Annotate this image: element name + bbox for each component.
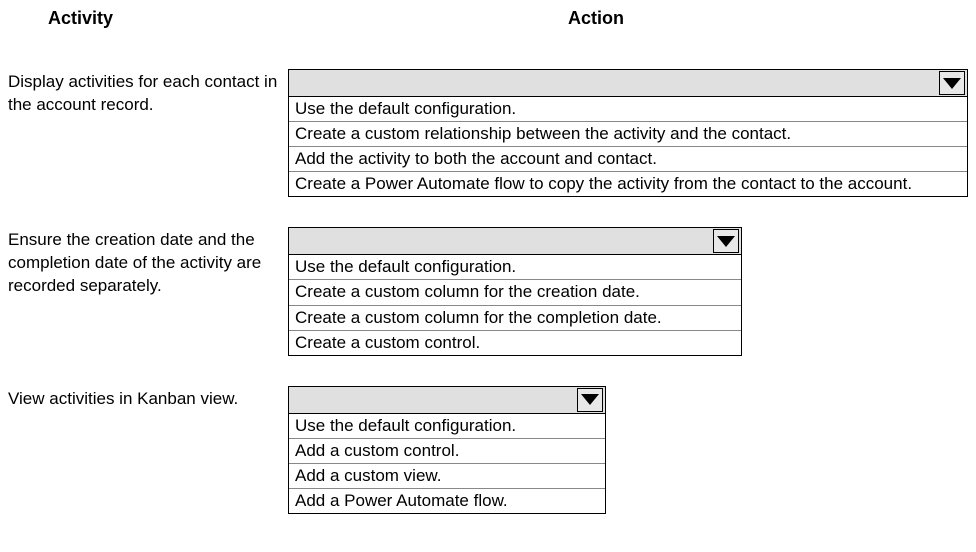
chevron-down-icon bbox=[943, 78, 961, 89]
chevron-down-icon bbox=[581, 394, 599, 405]
activity-text: Display activities for each contact in t… bbox=[8, 69, 288, 117]
dropdown-header[interactable] bbox=[288, 227, 742, 255]
dropdown[interactable]: Use the default configuration. Create a … bbox=[288, 69, 968, 197]
activity-text: Ensure the creation date and the complet… bbox=[8, 227, 288, 298]
dropdown-option[interactable]: Add a custom control. bbox=[289, 438, 605, 463]
header-action: Action bbox=[568, 8, 624, 29]
dropdown[interactable]: Use the default configuration. Create a … bbox=[288, 227, 742, 355]
dropdown-toggle[interactable] bbox=[713, 229, 739, 253]
dropdown-option[interactable]: Create a custom relationship between the… bbox=[289, 121, 967, 146]
dropdown-option[interactable]: Create a custom column for the creation … bbox=[289, 279, 741, 304]
dropdown-options: Use the default configuration. Add a cus… bbox=[288, 414, 606, 514]
question-row: View activities in Kanban view. Use the … bbox=[8, 386, 968, 514]
dropdown-toggle[interactable] bbox=[939, 71, 965, 95]
dropdown-header[interactable] bbox=[288, 386, 606, 414]
activity-text: View activities in Kanban view. bbox=[8, 386, 288, 411]
dropdown-option[interactable]: Use the default configuration. bbox=[289, 414, 605, 438]
dropdown-option[interactable]: Use the default configuration. bbox=[289, 255, 741, 279]
dropdown-option[interactable]: Add a custom view. bbox=[289, 463, 605, 488]
dropdown[interactable]: Use the default configuration. Add a cus… bbox=[288, 386, 606, 514]
header-activity: Activity bbox=[48, 8, 568, 29]
dropdown-header[interactable] bbox=[288, 69, 968, 97]
column-headers: Activity Action bbox=[8, 8, 968, 29]
dropdown-option[interactable]: Add a Power Automate flow. bbox=[289, 488, 605, 513]
question-row: Ensure the creation date and the complet… bbox=[8, 227, 968, 355]
dropdown-option[interactable]: Use the default configuration. bbox=[289, 97, 967, 121]
dropdown-options: Use the default configuration. Create a … bbox=[288, 97, 968, 197]
dropdown-option[interactable]: Create a custom column for the completio… bbox=[289, 305, 741, 330]
dropdown-option[interactable]: Create a custom control. bbox=[289, 330, 741, 355]
dropdown-option[interactable]: Add the activity to both the account and… bbox=[289, 146, 967, 171]
dropdown-option[interactable]: Create a Power Automate flow to copy the… bbox=[289, 171, 967, 196]
chevron-down-icon bbox=[717, 236, 735, 247]
question-row: Display activities for each contact in t… bbox=[8, 69, 968, 197]
dropdown-toggle[interactable] bbox=[577, 388, 603, 412]
dropdown-options: Use the default configuration. Create a … bbox=[288, 255, 742, 355]
